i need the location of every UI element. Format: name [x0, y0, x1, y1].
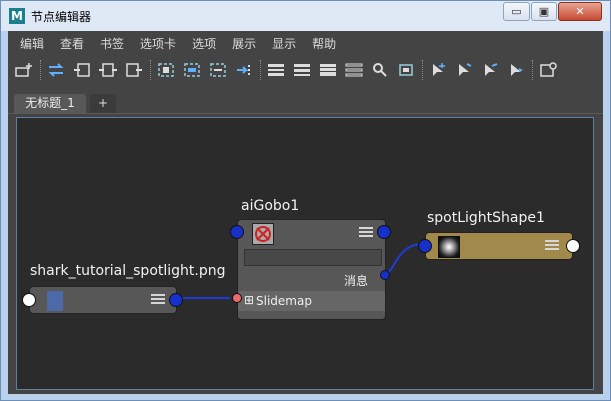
- file-node-output-port[interactable]: [169, 293, 183, 307]
- menu-help[interactable]: 帮助: [308, 35, 340, 52]
- search-icon[interactable]: [370, 60, 390, 80]
- client-area: 编辑 查看 书签 选项卡 选项 展示 显示 帮助 无标题_1 + shark_t…: [8, 31, 603, 394]
- light-node-label: spotLightShape1: [427, 210, 545, 226]
- gobo-node-output-port[interactable]: [377, 225, 391, 239]
- custom-mode-icon[interactable]: [344, 60, 364, 80]
- pin-tab-icon[interactable]: [428, 60, 448, 80]
- node-editor-window: M 节点编辑器 ▭ ▣ ✕ 编辑 查看 书签 选项卡 选项 展示 显示 帮助 无…: [0, 0, 611, 401]
- toolbar-separator: [260, 60, 262, 80]
- bookmark-icon[interactable]: [454, 60, 474, 80]
- menu-bookmarks[interactable]: 书签: [96, 35, 128, 52]
- graph-canvas: shark_tutorial_spotlight.png aiGobo1 消息: [8, 113, 603, 394]
- connected-mode-icon[interactable]: [292, 60, 312, 80]
- file-node-input-port[interactable]: [22, 293, 36, 307]
- input-connections-icon[interactable]: [72, 60, 92, 80]
- node-mode-icon[interactable]: [359, 227, 373, 239]
- light-node-input-port[interactable]: [418, 239, 432, 253]
- toolbar-separator: [532, 60, 534, 80]
- menu-edit[interactable]: 编辑: [16, 35, 48, 52]
- maya-logo-icon: M: [9, 8, 25, 24]
- gobo-swatch-field: [244, 249, 382, 266]
- toolbar: [8, 55, 603, 85]
- edit-bookmark-icon[interactable]: [480, 60, 500, 80]
- add-tab-button[interactable]: +: [90, 94, 116, 113]
- expand-icon[interactable]: ⊞: [244, 293, 254, 307]
- restore-button[interactable]: ▣: [531, 2, 557, 21]
- menu-show[interactable]: 展示: [228, 35, 260, 52]
- slidemap-input-port[interactable]: [232, 293, 242, 303]
- menu-bar: 编辑 查看 书签 选项卡 选项 展示 显示 帮助: [8, 31, 603, 55]
- output-connections-icon[interactable]: [124, 60, 144, 80]
- slidemap-label: Slidemap: [256, 294, 312, 308]
- menu-display[interactable]: 显示: [268, 35, 300, 52]
- gobo-node-label: aiGobo1: [241, 198, 300, 214]
- snapshot-icon[interactable]: [396, 60, 416, 80]
- gobo-node-input-port[interactable]: [230, 225, 244, 239]
- close-button[interactable]: ✕: [558, 2, 602, 21]
- settings-icon[interactable]: [538, 60, 558, 80]
- swap-arrows-icon[interactable]: [46, 60, 66, 80]
- node-mode-icon[interactable]: [545, 240, 559, 252]
- menu-tabs[interactable]: 选项卡: [136, 35, 180, 52]
- light-node-output-port[interactable]: [566, 239, 580, 253]
- pin-icon[interactable]: [234, 60, 254, 80]
- message-output-port[interactable]: [380, 270, 390, 280]
- next-bookmark-icon[interactable]: [506, 60, 526, 80]
- file-node-label: shark_tutorial_spotlight.png: [30, 263, 226, 279]
- toolbar-separator: [40, 60, 42, 80]
- input-output-connections-icon[interactable]: [98, 60, 118, 80]
- frame-selected-icon[interactable]: [182, 60, 202, 80]
- light-node[interactable]: [425, 232, 573, 260]
- layout-icon[interactable]: [208, 60, 228, 80]
- full-mode-icon[interactable]: [318, 60, 338, 80]
- gobo-icon: [252, 223, 274, 245]
- minimize-button[interactable]: ▭: [503, 2, 530, 21]
- slidemap-attribute-row[interactable]: ⊞ Slidemap: [238, 291, 385, 311]
- node-graph-area[interactable]: shark_tutorial_spotlight.png aiGobo1 消息: [16, 117, 594, 390]
- toolbar-separator: [150, 60, 152, 80]
- add-node-icon[interactable]: [14, 60, 34, 80]
- file-node[interactable]: [29, 286, 177, 314]
- simple-mode-icon[interactable]: [266, 60, 286, 80]
- window-title: 节点编辑器: [31, 10, 92, 24]
- menu-view[interactable]: 查看: [56, 35, 88, 52]
- frame-all-icon[interactable]: [156, 60, 176, 80]
- spotlight-icon: [438, 236, 460, 258]
- toolbar-separator: [422, 60, 424, 80]
- texture-thumbnail-icon: [47, 291, 63, 311]
- node-mode-icon[interactable]: [151, 294, 165, 306]
- menu-options[interactable]: 选项: [188, 35, 220, 52]
- tab-bar: 无标题_1 +: [8, 91, 603, 113]
- message-attribute-label: 消息: [343, 274, 368, 288]
- title-bar[interactable]: M 节点编辑器 ▭ ▣ ✕: [1, 1, 610, 31]
- gobo-node[interactable]: 消息 ⊞ Slidemap: [237, 219, 386, 320]
- tab-untitled-1[interactable]: 无标题_1: [14, 94, 86, 113]
